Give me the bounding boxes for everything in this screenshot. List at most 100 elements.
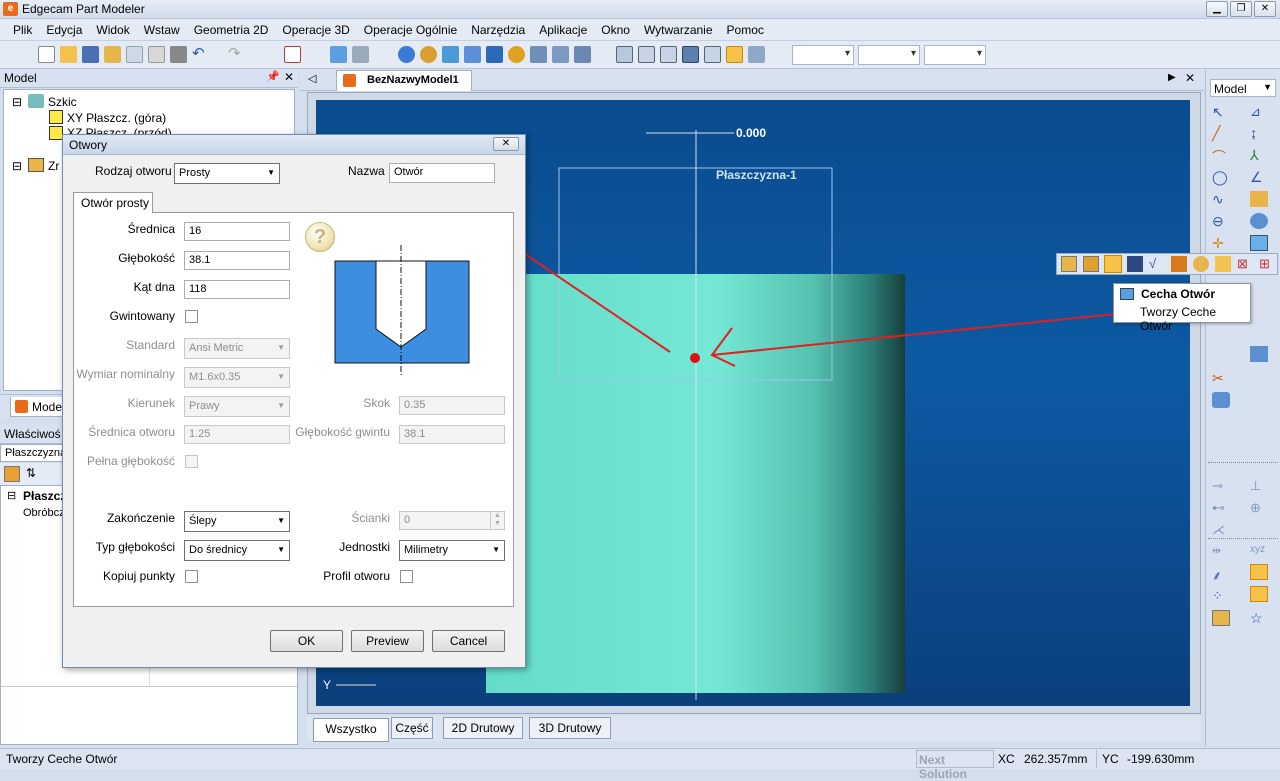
- panel-close-icon[interactable]: ✕: [284, 70, 294, 84]
- dialog-close-button[interactable]: ✕: [493, 137, 519, 151]
- revolve-icon[interactable]: [1250, 213, 1268, 229]
- copy-icon[interactable]: [126, 46, 143, 63]
- tree-expander-icon[interactable]: ⊟: [12, 95, 22, 109]
- eraser-icon[interactable]: [1212, 392, 1230, 408]
- hole-point-marker[interactable]: [690, 353, 700, 363]
- menu-edycja[interactable]: Edycja: [39, 19, 89, 41]
- flyout-pattern-icon[interactable]: ⊠: [1237, 256, 1248, 272]
- constraint-icon[interactable]: ↨: [1250, 125, 1268, 141]
- hole-type-select[interactable]: Prosty: [174, 163, 280, 184]
- tab-czesc[interactable]: Część: [391, 717, 433, 739]
- pin-icon[interactable]: 📌: [266, 70, 280, 83]
- menu-okno[interactable]: Okno: [594, 19, 637, 41]
- walls-spinner[interactable]: ▲ ▼: [490, 512, 504, 529]
- parallel-icon[interactable]: ⋌: [1212, 522, 1230, 538]
- view-right-icon[interactable]: [704, 46, 721, 63]
- thread-depth-input[interactable]: 38.1: [399, 425, 505, 444]
- move-icon[interactable]: [420, 46, 437, 63]
- document-close-icon[interactable]: ✕: [1185, 71, 1195, 85]
- grid-icon[interactable]: ⁘: [1212, 588, 1230, 604]
- axes-icon[interactable]: ⅄: [1250, 147, 1268, 163]
- tree-item-szkic[interactable]: Szkic: [48, 95, 77, 109]
- arc-icon[interactable]: ⌒: [1212, 147, 1230, 165]
- edgecam-icon[interactable]: [284, 46, 301, 63]
- view-front-icon[interactable]: [638, 46, 655, 63]
- toolbar-combo-2[interactable]: [858, 45, 920, 65]
- print-icon[interactable]: [170, 46, 187, 63]
- flyout-tool-icon[interactable]: [1083, 256, 1099, 272]
- scroll-right-icon[interactable]: ▶: [1168, 72, 1176, 83]
- flyout-check-icon[interactable]: √: [1149, 256, 1156, 271]
- point-tool-icon[interactable]: ✛: [1212, 235, 1230, 251]
- flyout-tool-icon[interactable]: [1061, 256, 1077, 272]
- units-select[interactable]: Milimetry: [399, 540, 505, 561]
- spline-icon[interactable]: ∿: [1212, 191, 1230, 207]
- hole-diameter-input[interactable]: 1.25: [184, 425, 290, 444]
- pitch-input[interactable]: 0.35: [399, 396, 505, 415]
- menu-narzedzia[interactable]: Narzędzia: [464, 19, 532, 41]
- hole-feature-icon[interactable]: [1104, 255, 1122, 273]
- flyout-array-icon[interactable]: ⊞: [1259, 256, 1270, 272]
- toolbar-combo-1[interactable]: [792, 45, 854, 65]
- view-iso-icon[interactable]: [616, 46, 633, 63]
- view-settings-icon[interactable]: [748, 46, 765, 63]
- threaded-checkbox[interactable]: [185, 310, 198, 323]
- edit-icon[interactable]: [1212, 610, 1230, 626]
- tree-expander-icon[interactable]: ⊟: [12, 159, 22, 173]
- star-icon[interactable]: ☆: [1250, 610, 1268, 626]
- hole-profile-checkbox[interactable]: [400, 570, 413, 583]
- shaded-view-icon[interactable]: [726, 46, 743, 63]
- menu-wytwarzanie[interactable]: Wytwarzanie: [637, 19, 720, 41]
- line-icon[interactable]: ╱: [1212, 125, 1230, 141]
- cursor-icon[interactable]: ↖: [1212, 104, 1230, 120]
- ellipse-icon[interactable]: ⊖: [1212, 213, 1230, 229]
- tab-plain-hole[interactable]: Otwór prosty: [73, 192, 153, 213]
- depth-type-select[interactable]: Do średnicy: [184, 540, 290, 561]
- bottom-angle-input[interactable]: 118: [184, 280, 290, 299]
- sort-az-icon[interactable]: ⇅: [26, 466, 36, 480]
- tree-item-xy[interactable]: XY Płaszcz. (góra): [67, 111, 166, 125]
- undo-icon[interactable]: ↶: [192, 46, 209, 63]
- dimension-icon[interactable]: ⊿: [1250, 104, 1268, 120]
- highlighted-tool-icon[interactable]: [1250, 564, 1268, 580]
- toolbar-combo-3[interactable]: [924, 45, 986, 65]
- snap-grid-icon[interactable]: [1250, 586, 1268, 602]
- diameter-input[interactable]: 16: [184, 222, 290, 241]
- name-input[interactable]: Otwór: [389, 163, 495, 183]
- vector-icon[interactable]: [464, 46, 481, 63]
- tangent-icon[interactable]: ⊕: [1250, 500, 1268, 516]
- view-top-icon[interactable]: [660, 46, 677, 63]
- flyout-tool-icon[interactable]: [1215, 256, 1231, 272]
- tree-item-zr[interactable]: Zr: [48, 159, 59, 173]
- flyout-tool-icon[interactable]: [1193, 256, 1209, 272]
- dialog-title-bar[interactable]: Otwory ✕: [63, 135, 525, 155]
- standard-select[interactable]: Ansi Metric: [184, 338, 290, 359]
- ok-button[interactable]: OK: [270, 630, 343, 652]
- open-folder-icon[interactable]: [104, 46, 121, 63]
- tree-item-xz[interactable]: XZ Płaszcz. (przód): [67, 126, 172, 134]
- select-icon[interactable]: [330, 46, 347, 63]
- flyout-tool-icon[interactable]: [1171, 256, 1187, 272]
- coincident-icon[interactable]: ⊷: [1212, 500, 1230, 516]
- menu-wstaw[interactable]: Wstaw: [137, 19, 187, 41]
- view-icon[interactable]: [574, 46, 591, 63]
- xyz-icon[interactable]: xyz: [1250, 544, 1268, 560]
- copy-points-checkbox[interactable]: [185, 570, 198, 583]
- tab-model[interactable]: Mode: [10, 397, 70, 417]
- extrude-icon[interactable]: [1250, 191, 1268, 207]
- help-icon[interactable]: ?: [305, 222, 335, 252]
- tab-2d-drutowy[interactable]: 2D Drutowy: [443, 717, 523, 739]
- dim-icon[interactable]: ⇹: [1212, 544, 1230, 560]
- point-icon[interactable]: [442, 46, 459, 63]
- menu-widok[interactable]: Widok: [89, 19, 136, 41]
- new-icon[interactable]: [38, 46, 55, 63]
- angle-icon[interactable]: ∠: [1250, 169, 1268, 185]
- cancel-button[interactable]: Cancel: [432, 630, 505, 652]
- feature-icon[interactable]: [398, 46, 415, 63]
- node-icon[interactable]: ⸙: [1212, 566, 1230, 583]
- save-icon[interactable]: [82, 46, 99, 63]
- scroll-left-icon[interactable]: ◁: [308, 72, 316, 85]
- flyout-tool-icon[interactable]: [1127, 256, 1143, 272]
- props-expander-icon[interactable]: ⊟: [7, 489, 16, 502]
- tab-document[interactable]: BezNazwyModel1: [336, 70, 472, 91]
